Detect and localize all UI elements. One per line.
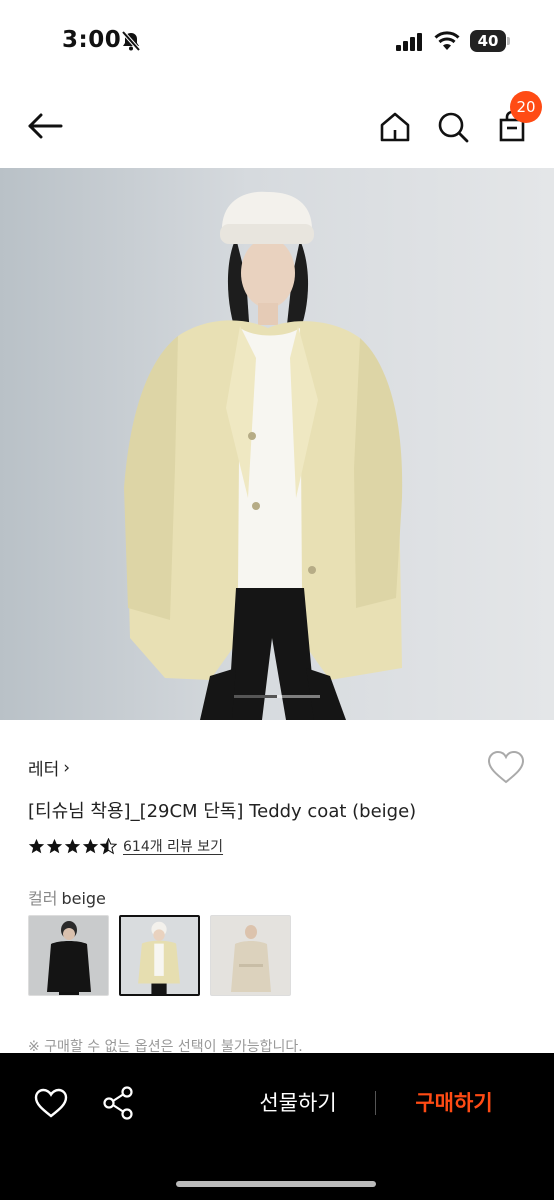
status-time: 3:00 <box>62 27 122 53</box>
review-link[interactable]: 614개 리뷰 보기 <box>123 836 223 856</box>
brand-link[interactable]: 레터 › <box>28 755 71 781</box>
color-swatch-beige[interactable] <box>119 915 200 996</box>
color-selected-value: beige <box>61 889 106 908</box>
product-photo <box>124 191 403 720</box>
color-swatch-black[interactable] <box>28 915 109 996</box>
product-title: [티슈님 착용]_[29CM 단독] Teddy coat (beige) <box>28 801 417 822</box>
battery-level: 40 <box>470 30 506 52</box>
back-arrow-icon[interactable] <box>24 108 66 144</box>
heart-icon[interactable] <box>486 749 526 787</box>
battery-tip <box>507 37 510 45</box>
home-icon[interactable] <box>374 106 416 148</box>
star-icon <box>82 838 99 853</box>
swatch-photo-black <box>29 916 108 995</box>
cart-count-badge: 20 <box>510 91 542 123</box>
swatch-photo-light-beige <box>211 916 290 995</box>
buy-button[interactable]: 구매하기 <box>396 1085 512 1121</box>
search-icon[interactable] <box>432 106 474 148</box>
product-rating: 614개 리뷰 보기 <box>28 836 223 856</box>
product-image-carousel[interactable] <box>0 168 554 720</box>
swatch-photo-beige <box>121 917 198 994</box>
color-option-label: 컬러 beige <box>28 885 106 909</box>
star-icon <box>28 838 45 853</box>
bottom-action-bar: 선물하기 구매하기 <box>0 1053 554 1200</box>
wifi-icon <box>434 31 460 50</box>
carousel-indicator-active <box>234 695 277 698</box>
color-swatch-light-beige[interactable] <box>210 915 291 996</box>
status-bar: 3:00 40 <box>0 0 554 84</box>
star-half-icon <box>100 837 117 854</box>
color-label: 컬러 <box>28 889 58 908</box>
navigation-bar: 20 <box>0 84 554 168</box>
cellular-signal-icon <box>396 33 422 51</box>
heart-icon[interactable] <box>32 1086 70 1120</box>
bell-slash-icon <box>121 30 141 52</box>
chevron-right-icon: › <box>63 757 71 778</box>
star-icon <box>64 838 81 853</box>
action-divider <box>375 1091 376 1115</box>
battery-indicator: 40 <box>470 30 510 52</box>
share-icon[interactable] <box>100 1084 138 1122</box>
gift-button[interactable]: 선물하기 <box>240 1085 356 1121</box>
home-indicator <box>176 1181 376 1187</box>
star-rating <box>28 837 117 855</box>
brand-name: 레터 <box>28 760 60 780</box>
star-icon <box>46 838 63 853</box>
color-swatches <box>28 915 291 996</box>
